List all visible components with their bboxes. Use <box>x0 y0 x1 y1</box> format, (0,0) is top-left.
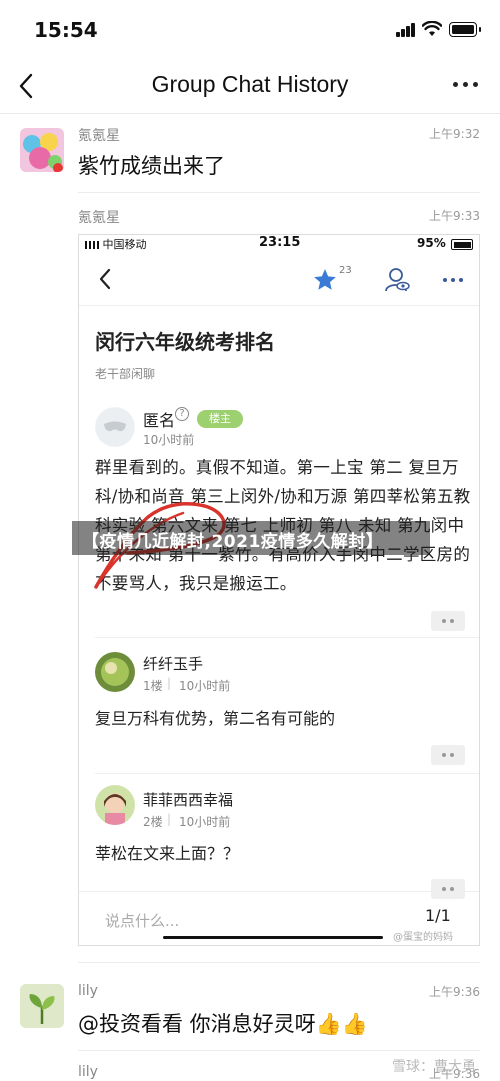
chat-message: 氪氪星 上午9:33 <box>0 200 500 230</box>
more-actions-button <box>431 745 465 765</box>
embedded-watermark: @蛋宝的妈妈 <box>393 932 453 943</box>
more-actions-button <box>431 611 465 631</box>
status-bar: 15:54 <box>0 0 500 58</box>
star-count: 23 <box>339 265 352 276</box>
follow-user-icon <box>385 268 410 292</box>
divider <box>78 962 480 963</box>
embedded-nav-bar: 23 <box>79 259 479 303</box>
meta-separator: | <box>167 676 172 690</box>
meta-separator: | <box>167 812 172 826</box>
sender-name: 氪氪星 <box>78 210 120 226</box>
wifi-icon <box>422 21 442 36</box>
status-time: 15:54 <box>34 18 98 42</box>
sender-name: lily <box>78 983 98 999</box>
avatar <box>95 652 135 692</box>
author-name: 匿名 <box>143 411 176 430</box>
message-time: 上午9:36 <box>429 985 480 999</box>
page-title: Group Chat History <box>151 71 349 97</box>
home-indicator <box>163 936 383 939</box>
embedded-battery-icon <box>451 239 473 250</box>
post-forum: 老干部闲聊 <box>95 367 156 381</box>
more-options-icon[interactable] <box>453 82 478 87</box>
chat-message: 氪氪星 上午9:32 紫竹成绩出来了 <box>0 118 500 193</box>
message-text: 紫竹成绩出来了 <box>78 154 225 178</box>
embedded-input-bar: 说点什么... 1/1 @蛋宝的妈妈 <box>79 891 479 945</box>
reply-text: 莘松在文来上面？？ <box>95 844 240 863</box>
headline-banner: 【疫情几近解封,2021疫情多久解封】 <box>72 521 430 555</box>
embedded-time: 23:15 <box>259 235 301 250</box>
avatar[interactable] <box>20 984 64 1028</box>
embedded-status-bar: 中国移动 23:15 95% <box>79 235 479 253</box>
avatar[interactable] <box>20 128 64 172</box>
message-time: 上午9:33 <box>429 209 480 223</box>
post-time: 10小时前 <box>143 433 195 447</box>
reply-floor: 1楼 <box>143 679 163 693</box>
sender-name: 氪氪星 <box>78 128 120 144</box>
reply-time: 10小时前 <box>179 679 231 693</box>
divider <box>78 192 480 193</box>
star-icon <box>314 269 336 290</box>
reply-author: 菲菲西西幸福 <box>143 791 234 809</box>
reply-time: 10小时前 <box>179 815 231 829</box>
message-time: 上午9:32 <box>429 127 480 141</box>
headline-text: 【疫情几近解封,2021疫情多久解封】 <box>82 532 384 552</box>
message-text: @投资看看 你消息好灵呀👍👍 <box>78 1012 368 1036</box>
nav-bar: Group Chat History <box>0 58 500 114</box>
anonymous-avatar-icon <box>95 407 135 447</box>
page-indicator: 1/1 <box>425 906 451 925</box>
embedded-battery-text: 95% <box>417 236 446 250</box>
divider <box>95 773 479 774</box>
comment-input-placeholder: 说点什么... <box>105 912 180 930</box>
reply-text: 复旦万科有优势，第二名有可能的 <box>95 709 336 728</box>
avatar <box>95 785 135 825</box>
signal-icon <box>396 23 416 37</box>
more-options-icon <box>443 278 463 282</box>
reply-author: 纤纤玉手 <box>143 655 204 673</box>
carrier-label: 中国移动 <box>85 236 147 252</box>
source-watermark: 雪球：曹大勇 <box>392 1059 476 1075</box>
sender-name: lily <box>78 1064 98 1080</box>
chat-message: lily 上午9:36 @投资看看 你消息好灵呀👍👍 <box>0 976 500 1046</box>
battery-icon <box>449 22 481 37</box>
post-title: 闵行六年级统考排名 <box>95 330 275 354</box>
divider <box>79 305 479 306</box>
reply-floor: 2楼 <box>143 815 163 829</box>
back-chevron-icon <box>99 268 111 290</box>
divider <box>78 1050 480 1051</box>
divider <box>95 637 479 638</box>
question-icon: ? <box>175 407 189 421</box>
op-badge: 楼主 <box>197 410 243 428</box>
